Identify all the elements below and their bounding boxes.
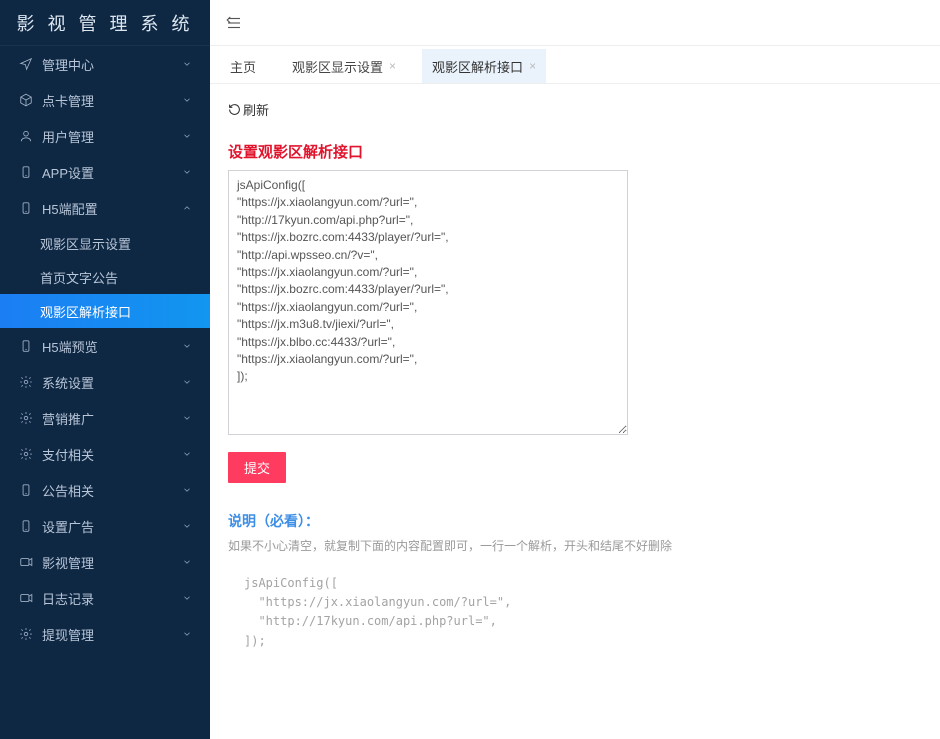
chevron-down-icon: [180, 95, 194, 105]
sidebar-item-label: 系统设置: [42, 373, 180, 392]
collapse-sidebar-button[interactable]: [220, 9, 248, 37]
sidebar-item-label: 影视管理: [42, 553, 180, 572]
sidebar-item-7[interactable]: 营销推广: [0, 400, 210, 436]
sidebar-item-4[interactable]: H5端配置: [0, 190, 210, 226]
phone-icon: [16, 165, 36, 179]
section-title: 设置观影区解析接口: [228, 141, 922, 162]
sidebar-item-10[interactable]: 设置广告: [0, 508, 210, 544]
brand-title: 影 视 管 理 系 统: [0, 0, 210, 46]
note-description: 如果不小心清空，就复制下面的内容配置即可，一行一个解析，开头和结尾不好删除: [228, 537, 922, 554]
tab-label: 观影区显示设置: [292, 57, 383, 76]
sidebar-subitem-4-0[interactable]: 观影区显示设置: [0, 226, 210, 260]
chevron-down-icon: [180, 131, 194, 141]
sidebar-item-label: 点卡管理: [42, 91, 180, 110]
refresh-label: 刷新: [243, 100, 269, 119]
sidebar-item-label: 设置广告: [42, 517, 180, 536]
collapse-icon: [225, 14, 243, 32]
submit-button[interactable]: 提交: [228, 452, 286, 483]
phone-icon: [16, 519, 36, 533]
sidebar-item-label: 管理中心: [42, 55, 180, 74]
chevron-down-icon: [180, 593, 194, 603]
sidebar-item-9[interactable]: 公告相关: [0, 472, 210, 508]
refresh-button[interactable]: 刷新: [228, 94, 269, 125]
sidebar-item-label: H5端预览: [42, 337, 180, 356]
sidebar-item-label: 支付相关: [42, 445, 180, 464]
note-title: 说明（必看）：: [228, 511, 922, 531]
main-area: 主页 观影区显示设置 × 观影区解析接口 × 刷新 设置观影区解析接口 提交 说明（必看…: [210, 0, 940, 739]
tabs-bar: 主页 观影区显示设置 × 观影区解析接口 ×: [210, 46, 940, 84]
content-area: 刷新 设置观影区解析接口 提交 说明（必看）： 如果不小心清空，就复制下面的内容…: [210, 84, 940, 739]
sidebar-subitem-4-1[interactable]: 首页文字公告: [0, 260, 210, 294]
sidebar: 影 视 管 理 系 统 管理中心点卡管理用户管理 APP设置 H5端配置观影区显示设…: [0, 0, 210, 739]
sidebar-item-3[interactable]: APP设置: [0, 154, 210, 190]
phone-icon: [16, 483, 36, 497]
gear-icon: [16, 411, 36, 425]
phone-icon: [16, 201, 36, 215]
example-code-block: jsApiConfig([ "https://jx.xiaolangyun.co…: [228, 568, 922, 657]
tab-label: 观影区解析接口: [432, 57, 523, 76]
video-icon: [16, 591, 36, 605]
sidebar-item-0[interactable]: 管理中心: [0, 46, 210, 82]
chevron-down-icon: [180, 413, 194, 423]
topbar: [210, 0, 940, 46]
sidebar-item-8[interactable]: 支付相关: [0, 436, 210, 472]
gear-icon: [16, 447, 36, 461]
sidebar-subitem-4-2[interactable]: 观影区解析接口: [0, 294, 210, 328]
tab-1[interactable]: 观影区显示设置 ×: [282, 49, 406, 83]
sidebar-item-label: 日志记录: [42, 589, 180, 608]
phone-icon: [16, 339, 36, 353]
user-icon: [16, 129, 36, 143]
sidebar-item-label: H5端配置: [42, 199, 180, 218]
refresh-icon: [228, 103, 241, 116]
cube-icon: [16, 93, 36, 107]
close-icon[interactable]: ×: [529, 59, 536, 73]
chevron-down-icon: [180, 629, 194, 639]
sidebar-item-label: 公告相关: [42, 481, 180, 500]
tab-label: 主页: [230, 57, 256, 76]
sidebar-item-11[interactable]: 影视管理: [0, 544, 210, 580]
chevron-down-icon: [180, 341, 194, 351]
sidebar-item-label: 用户管理: [42, 127, 180, 146]
chevron-down-icon: [180, 167, 194, 177]
sidebar-item-1[interactable]: 点卡管理: [0, 82, 210, 118]
chevron-down-icon: [180, 377, 194, 387]
config-textarea[interactable]: [228, 170, 628, 435]
chevron-down-icon: [180, 557, 194, 567]
send-icon: [16, 57, 36, 71]
chevron-down-icon: [180, 449, 194, 459]
sidebar-item-13[interactable]: 提现管理: [0, 616, 210, 652]
gear-icon: [16, 627, 36, 641]
chevron-down-icon: [180, 485, 194, 495]
sidebar-item-2[interactable]: 用户管理: [0, 118, 210, 154]
close-icon[interactable]: ×: [389, 59, 396, 73]
tab-2[interactable]: 观影区解析接口 ×: [422, 49, 546, 83]
chevron-down-icon: [180, 59, 194, 69]
sidebar-item-label: 提现管理: [42, 625, 180, 644]
gear-icon: [16, 375, 36, 389]
video-icon: [16, 555, 36, 569]
sidebar-menu: 管理中心点卡管理用户管理 APP设置 H5端配置观影区显示设置首页文字公告观影区解析…: [0, 46, 210, 652]
tab-0[interactable]: 主页: [220, 49, 266, 83]
sidebar-item-5[interactable]: H5端预览: [0, 328, 210, 364]
sidebar-item-label: 营销推广: [42, 409, 180, 428]
sidebar-item-label: APP设置: [42, 163, 180, 182]
chevron-up-icon: [180, 203, 194, 213]
sidebar-item-6[interactable]: 系统设置: [0, 364, 210, 400]
sidebar-item-12[interactable]: 日志记录: [0, 580, 210, 616]
chevron-down-icon: [180, 521, 194, 531]
